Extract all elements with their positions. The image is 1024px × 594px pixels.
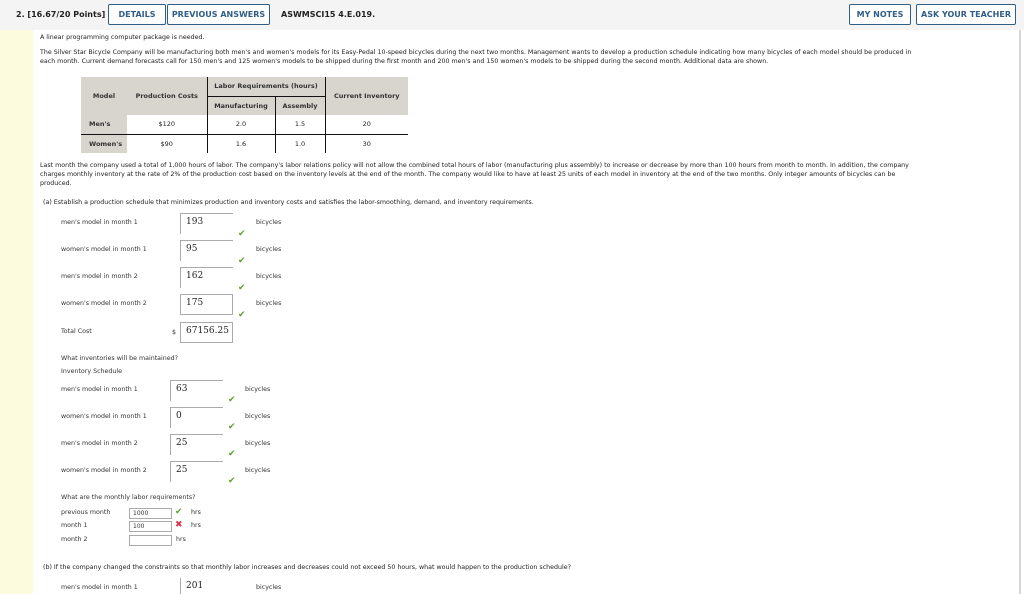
intro-line: A linear programming computer package is… — [40, 34, 205, 41]
constraints-line-1: Last month the company used a total of 1… — [40, 162, 909, 169]
question-code: ASWMSCI15 4.E.019. — [281, 10, 376, 19]
my-notes-button[interactable]: MY NOTES — [849, 4, 911, 25]
part-b-label: men's model in month 1 — [61, 584, 138, 591]
unit-label: hrs — [191, 509, 201, 516]
header-manufacturing: Manufacturing — [207, 96, 276, 115]
production-label: men's model in month 2 — [61, 273, 138, 280]
labor-label: month 1 — [61, 522, 88, 529]
unit-label: hrs — [191, 522, 201, 529]
question-margin-bar — [0, 30, 33, 594]
women-month1-inventory-input[interactable]: 0 — [170, 407, 223, 428]
header-current-inventory: Current Inventory — [325, 77, 408, 115]
header-labor-requirements: Labor Requirements (hours) — [207, 77, 326, 97]
labor-question: What are the monthly labor requirements? — [61, 494, 196, 501]
unit-label: bicycles — [245, 467, 271, 474]
production-label: men's model in month 1 — [61, 219, 138, 226]
part-a-prompt: (a) Establish a production schedule that… — [43, 199, 534, 206]
inventory-label: women's model in month 2 — [61, 467, 147, 474]
part-b-men-month1-input[interactable]: 201 — [180, 578, 233, 594]
unit-label: bicycles — [245, 440, 271, 447]
constraints-line-3: produced. — [40, 180, 72, 187]
header-model: Model — [81, 77, 127, 115]
question-header: 2. [16.67/20 Points] DETAILS PREVIOUS AN… — [0, 0, 1024, 30]
inventory-label: men's model in month 1 — [61, 386, 138, 393]
incorrect-icon: ✖ — [175, 520, 183, 530]
check-icon: ✔ — [238, 283, 246, 293]
unit-label: bicycles — [256, 273, 282, 280]
labor-label: month 2 — [61, 536, 88, 543]
unit-label: bicycles — [256, 300, 282, 307]
men-month1-inventory-input[interactable]: 63 — [170, 380, 223, 401]
page-scrollbar[interactable] — [1019, 30, 1021, 594]
details-button[interactable]: DETAILS — [108, 4, 166, 25]
inventory-label: women's model in month 1 — [61, 413, 147, 420]
check-icon: ✔ — [175, 507, 183, 517]
check-icon: ✔ — [228, 449, 236, 459]
check-icon: ✔ — [228, 395, 236, 405]
total-cost-input[interactable]: 67156.25 — [180, 322, 233, 343]
production-label: women's model in month 1 — [61, 246, 147, 253]
previous-month-labor-input[interactable]: 1000 — [129, 508, 172, 519]
month2-labor-input[interactable] — [129, 535, 172, 546]
unit-label: bicycles — [245, 413, 271, 420]
unit-label: bicycles — [256, 584, 282, 591]
currency-symbol: $ — [172, 329, 177, 336]
total-cost-label: Total Cost — [61, 328, 92, 335]
women-month2-production-input[interactable]: 175 — [180, 294, 233, 315]
question-points: 2. [16.67/20 Points] — [16, 10, 106, 19]
intro-paragraph-line-2: each month. Current demand forecasts cal… — [40, 58, 769, 65]
men-month1-production-input[interactable]: 193 — [180, 213, 233, 234]
women-month2-inventory-input[interactable]: 25 — [170, 461, 223, 482]
part-b-prompt: (b) If the company changed the constrain… — [43, 564, 571, 571]
check-icon: ✔ — [238, 229, 246, 239]
check-icon: ✔ — [238, 310, 246, 320]
month1-labor-input[interactable]: 100 — [129, 521, 172, 532]
previous-answers-button[interactable]: PREVIOUS ANSWERS — [167, 4, 270, 25]
header-assembly: Assembly — [275, 96, 326, 115]
men-month2-inventory-input[interactable]: 25 — [170, 434, 223, 455]
check-icon: ✔ — [238, 256, 246, 266]
check-icon: ✔ — [228, 422, 236, 432]
men-month2-production-input[interactable]: 162 — [180, 267, 233, 288]
inventory-label: men's model in month 2 — [61, 440, 138, 447]
ask-your-teacher-button[interactable]: ASK YOUR TEACHER — [916, 4, 1016, 25]
check-icon: ✔ — [228, 476, 236, 486]
intro-paragraph-line-1: The Silver Star Bicycle Company will be … — [40, 49, 912, 56]
unit-label: bicycles — [256, 246, 282, 253]
model-data-table: Model Production Costs Labor Requirement… — [81, 77, 408, 153]
women-month1-production-input[interactable]: 95 — [180, 240, 233, 261]
labor-label: previous month — [61, 509, 111, 516]
table-row: Men's $120 2.0 1.5 20 — [81, 115, 408, 135]
header-production-costs: Production Costs — [127, 77, 208, 115]
constraints-line-2: charges monthly inventory at the rate of… — [40, 171, 896, 178]
table-row: Women's $90 1.6 1.0 30 — [81, 134, 408, 153]
inventory-question: What inventories will be maintained? — [61, 355, 178, 362]
unit-label: bicycles — [256, 219, 282, 226]
unit-label: hrs — [176, 536, 186, 543]
unit-label: bicycles — [245, 386, 271, 393]
production-label: women's model in month 2 — [61, 300, 147, 307]
inventory-schedule-heading: Inventory Schedule — [61, 368, 123, 375]
